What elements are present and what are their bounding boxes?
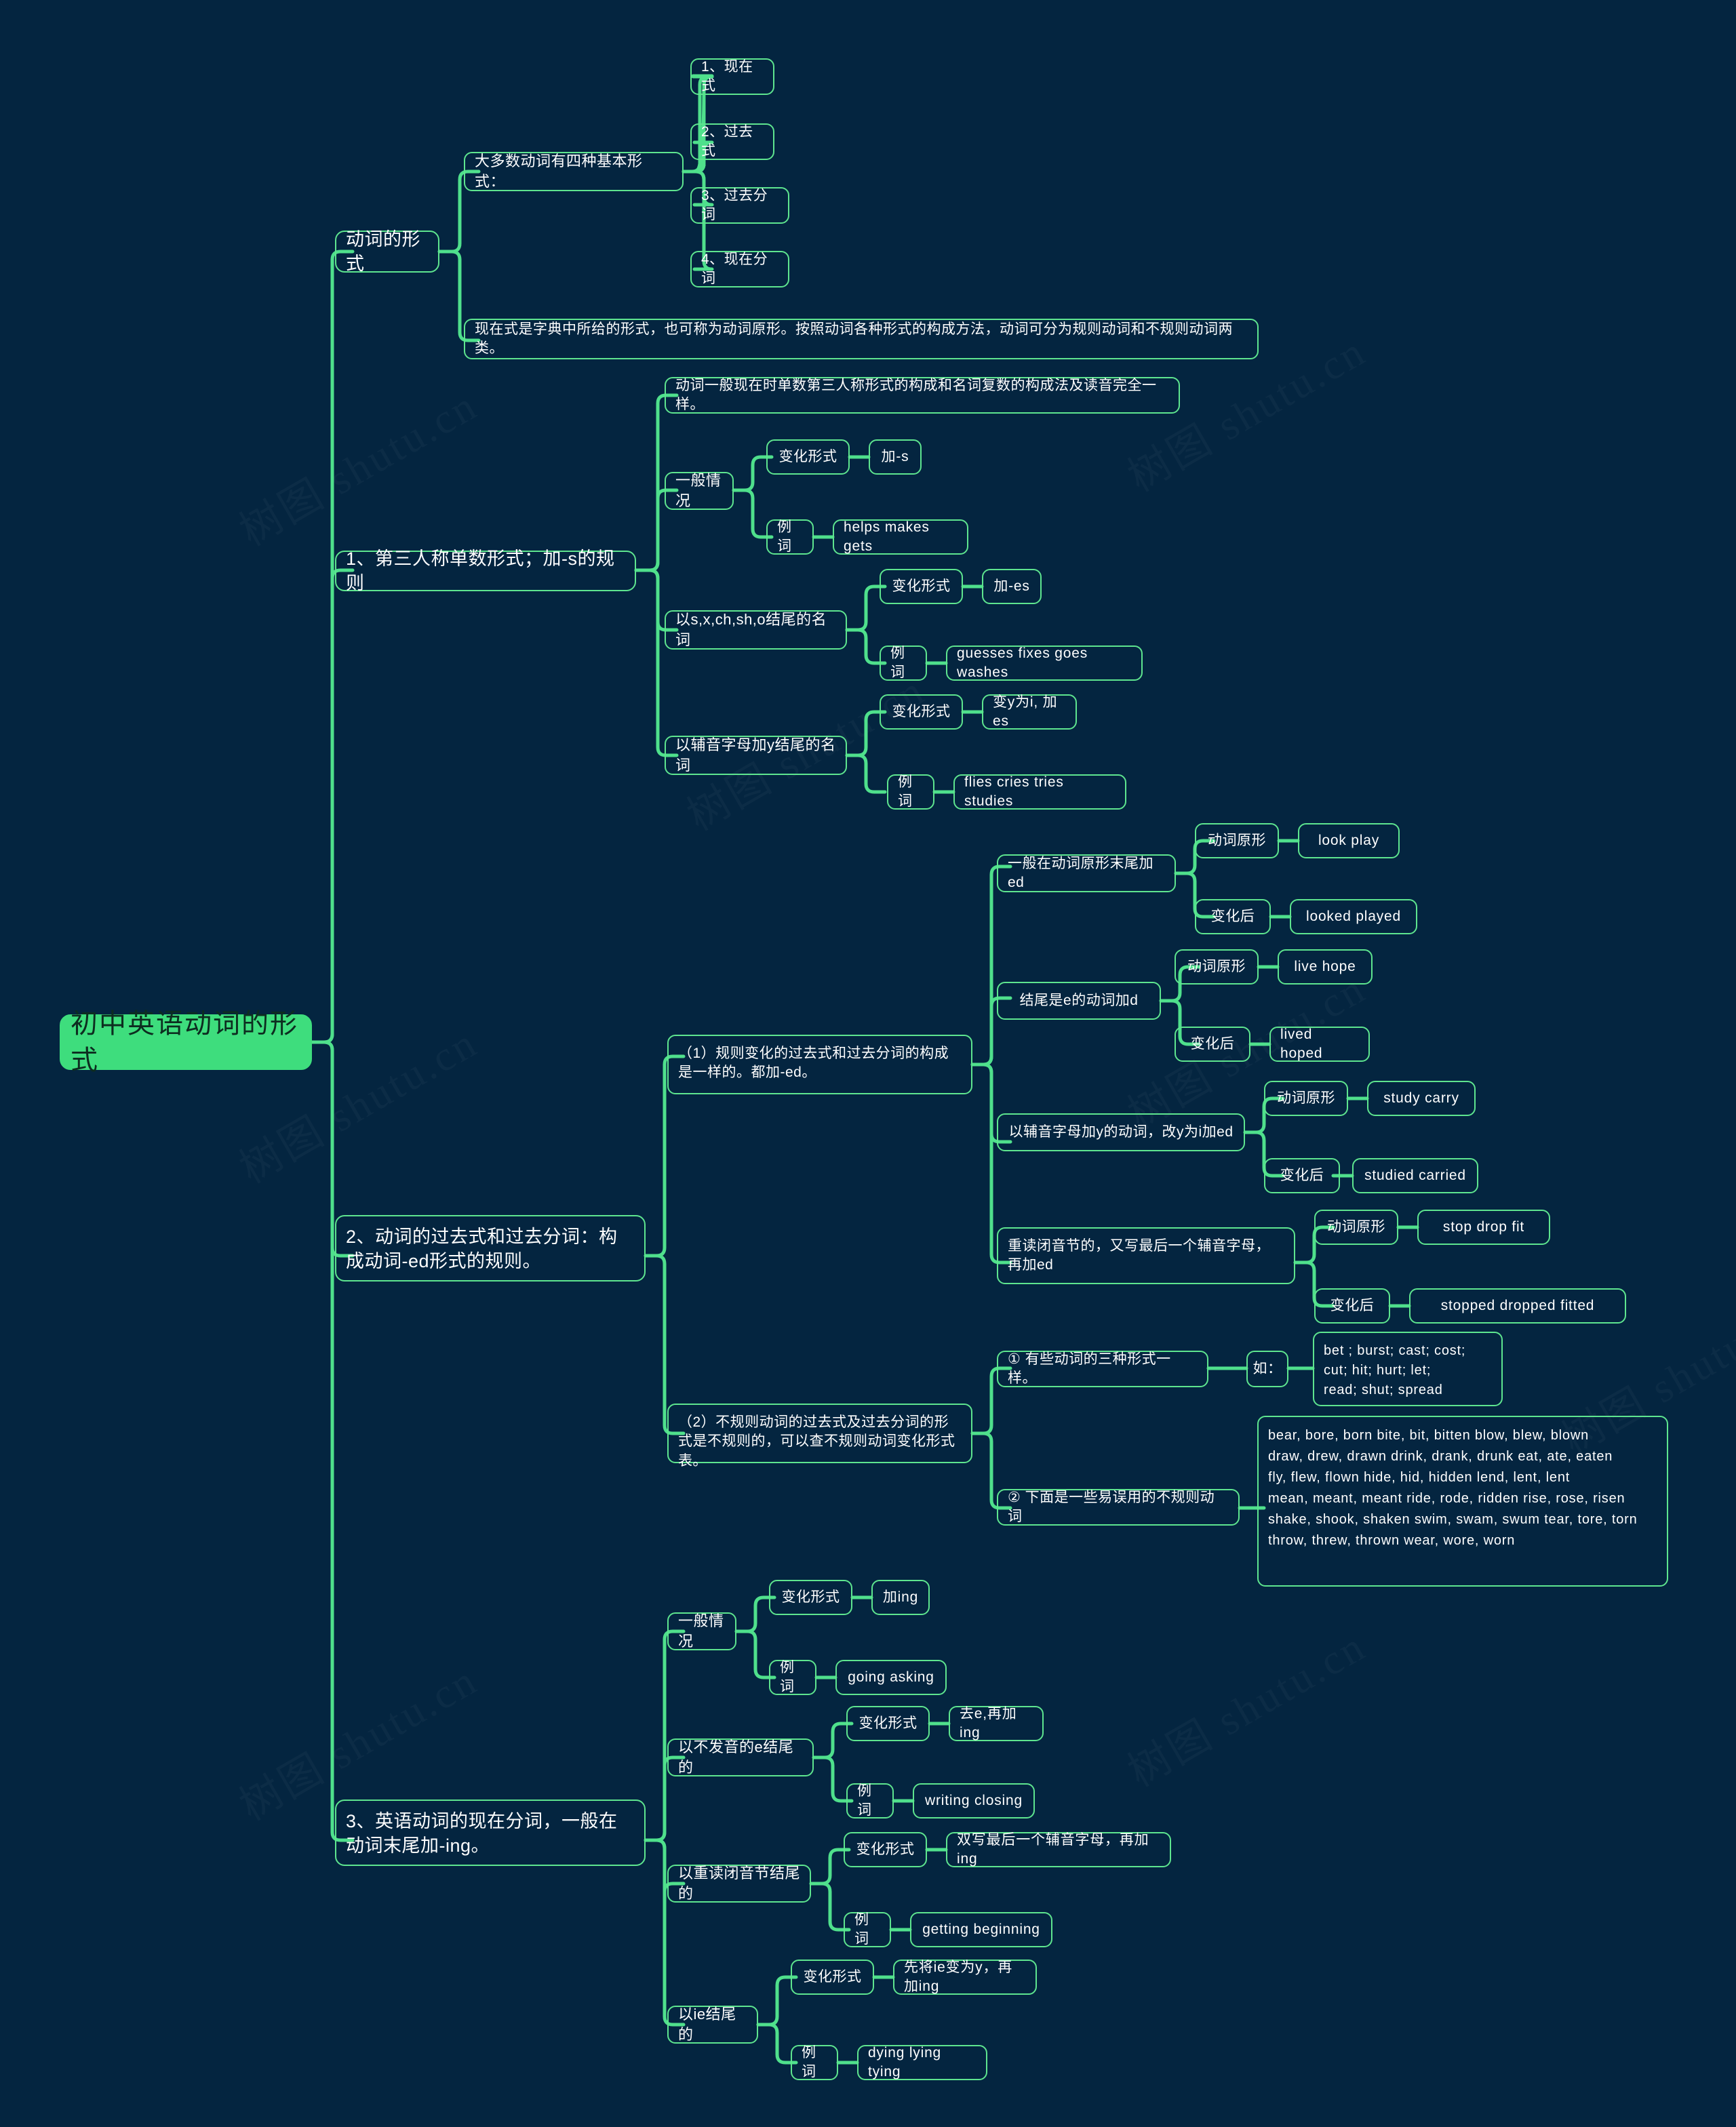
node-pp-ie-examples-label[interactable]: 例词 (791, 2045, 838, 2080)
node-pp-general[interactable]: 一般情况 (667, 1612, 736, 1650)
node-pp-silent-e-examples-value[interactable]: writing closing (913, 1783, 1035, 1818)
node-reg-consonant-y-base-label[interactable]: 动词原形 (1264, 1081, 1348, 1116)
node-irregular-rules[interactable]: （2）不规则动词的过去式及过去分词的形式是不规则的，可以查不规则动词变化形式表。 (667, 1404, 972, 1469)
node-regular-rules[interactable]: （1）规则变化的过去式和过去分词的构成是一样的。都加-ed。 (667, 1035, 972, 1094)
node-pp-ie-rule-value[interactable]: 先将ie变为y，再加ing (893, 1960, 1037, 1995)
node-irr-example-value[interactable]: bet ; burst; cast; cost; cut; hit; hurt;… (1313, 1332, 1503, 1406)
branch-node-verb-forms[interactable]: 动词的形式 (335, 229, 439, 274)
branch-node-third-person-singular[interactable]: 1、第三人称单数形式；加-s的规则 (335, 549, 636, 593)
node-form-present[interactable]: 1、现在式 (690, 58, 774, 95)
branch-node-present-participle-rules[interactable]: 3、英语动词的现在分词，一般在动词末尾加-ing。 (335, 1800, 646, 1866)
node-reg-end-e-changed-label[interactable]: 变化后 (1175, 1027, 1250, 1062)
node-tps-sxchsho[interactable]: 以s,x,ch,sh,o结尾的名词 (665, 610, 847, 650)
node-pp-ie-rule-label[interactable]: 变化形式 (791, 1960, 874, 1995)
node-four-basic-forms[interactable]: 大多数动词有四种基本形式： (464, 152, 684, 191)
node-pp-general-examples-label[interactable]: 例词 (769, 1660, 816, 1695)
node-reg-end-e-base-label[interactable]: 动词原形 (1175, 949, 1259, 985)
node-irr-confusing[interactable]: ② 下面是一些易误用的不规则动词 (997, 1489, 1240, 1526)
node-tps-general-examples-value[interactable]: helps makes gets (833, 519, 968, 555)
node-pp-stressed-closed[interactable]: 以重读闭音节结尾的 (667, 1865, 811, 1903)
node-pp-stressed-examples-label[interactable]: 例词 (844, 1912, 891, 1947)
node-pp-silent-e-rule-label[interactable]: 变化形式 (846, 1706, 930, 1741)
node-reg-consonant-y-base-value[interactable]: study carry (1367, 1081, 1476, 1116)
node-tps-general[interactable]: 一般情况 (665, 472, 734, 510)
node-reg-end-e-base-value[interactable]: live hope (1278, 949, 1373, 985)
node-pp-general-examples-value[interactable]: going asking (835, 1660, 947, 1695)
node-tps-sxchsho-rule-value[interactable]: 加-es (982, 569, 1042, 604)
node-irr-example-label[interactable]: 如： (1246, 1351, 1288, 1387)
node-reg-consonant-y-changed-value[interactable]: studied carried (1352, 1158, 1478, 1193)
node-tps-consonant-y-rule-value[interactable]: 变y为i, 加es (982, 694, 1077, 730)
node-dictionary-note[interactable]: 现在式是字典中所给的形式，也可称为动词原形。按照动词各种形式的构成方法，动词可分… (464, 319, 1259, 359)
branch-node-past-and-participle[interactable]: 2、动词的过去式和过去分词：构成动词-ed形式的规则。 (335, 1215, 646, 1281)
node-tps-consonant-y-examples-label[interactable]: 例词 (887, 774, 934, 810)
node-tps-sxchsho-examples-label[interactable]: 例词 (880, 645, 927, 681)
node-pp-silent-e[interactable]: 以不发音的e结尾的 (667, 1738, 814, 1776)
node-form-past[interactable]: 2、过去式 (690, 123, 774, 160)
node-tps-consonant-y[interactable]: 以辅音字母加y结尾的名词 (665, 736, 847, 775)
mindmap-canvas: 树图 shutu.cn 树图 shutu.cn 树图 shutu.cn 树图 s… (0, 0, 1736, 2127)
node-pp-ie[interactable]: 以ie结尾的 (667, 2006, 758, 2044)
root-node[interactable]: 初中英语动词的形式 (60, 1009, 312, 1075)
node-pp-stressed-examples-value[interactable]: getting beginning (910, 1912, 1052, 1947)
node-irr-confusing-list[interactable]: bear, bore, born bite, bit, bitten blow,… (1257, 1416, 1668, 1587)
node-reg-double-base-value[interactable]: stop drop fit (1417, 1210, 1550, 1245)
node-reg-consonant-y-changed-label[interactable]: 变化后 (1264, 1158, 1340, 1193)
node-reg-add-ed[interactable]: 一般在动词原形末尾加ed (997, 854, 1176, 892)
node-tps-consonant-y-rule-label[interactable]: 变化形式 (880, 694, 963, 730)
node-pp-general-rule-value[interactable]: 加ing (871, 1580, 930, 1615)
node-reg-add-ed-changed-label[interactable]: 变化后 (1195, 899, 1271, 934)
node-form-present-participle[interactable]: 4、现在分词 (690, 251, 789, 287)
node-tps-sxchsho-rule-label[interactable]: 变化形式 (880, 569, 963, 604)
node-pp-ie-examples-value[interactable]: dying lying tying (857, 2045, 987, 2080)
node-pp-stressed-rule-value[interactable]: 双写最后一个辅音字母，再加ing (946, 1832, 1171, 1867)
node-irr-same-three[interactable]: ① 有些动词的三种形式一样。 (997, 1351, 1208, 1387)
node-tps-sxchsho-examples-value[interactable]: guesses fixes goes washes (946, 645, 1143, 681)
node-reg-consonant-y[interactable]: 以辅音字母加y的动词，改y为i加ed (997, 1113, 1245, 1151)
node-tps-consonant-y-examples-value[interactable]: flies cries tries studies (953, 774, 1126, 810)
node-reg-end-e-changed-value[interactable]: lived hoped (1269, 1027, 1370, 1062)
node-reg-double-changed-label[interactable]: 变化后 (1314, 1288, 1390, 1324)
node-reg-add-ed-changed-value[interactable]: looked played (1290, 899, 1417, 934)
node-tps-note[interactable]: 动词一般现在时单数第三人称形式的构成和名词复数的构成法及读音完全一样。 (665, 377, 1180, 414)
node-pp-silent-e-rule-value[interactable]: 去e,再加ing (949, 1706, 1044, 1741)
node-reg-end-e[interactable]: 结尾是e的动词加d (997, 982, 1161, 1020)
node-form-past-participle[interactable]: 3、过去分词 (690, 187, 789, 224)
node-reg-double-base-label[interactable]: 动词原形 (1314, 1210, 1398, 1245)
node-tps-general-rule-label[interactable]: 变化形式 (766, 439, 850, 475)
node-tps-general-examples-label[interactable]: 例词 (766, 519, 814, 555)
node-pp-stressed-rule-label[interactable]: 变化形式 (844, 1832, 927, 1867)
node-reg-add-ed-base-label[interactable]: 动词原形 (1195, 823, 1279, 858)
node-pp-general-rule-label[interactable]: 变化形式 (769, 1580, 852, 1615)
node-pp-silent-e-examples-label[interactable]: 例词 (846, 1783, 894, 1818)
node-reg-double-consonant[interactable]: 重读闭音节的，又写最后一个辅音字母，再加ed (997, 1227, 1295, 1284)
node-reg-double-changed-value[interactable]: stopped dropped fitted (1409, 1288, 1626, 1324)
node-reg-add-ed-base-value[interactable]: look play (1298, 823, 1400, 858)
node-tps-general-rule-value[interactable]: 加-s (869, 439, 922, 475)
